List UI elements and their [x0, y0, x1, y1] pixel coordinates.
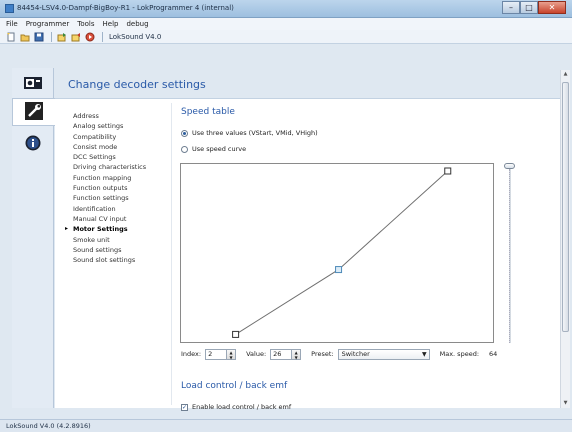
app-icon: [5, 4, 14, 13]
radio-three-values[interactable]: [181, 129, 188, 137]
window-controls: – □ ✕: [502, 1, 566, 14]
menu-bar: File Programmer Tools Help debug: [0, 18, 572, 30]
max-speed-slider-track[interactable]: [509, 169, 511, 343]
decoder-settings-tab[interactable]: [12, 98, 55, 126]
index-input[interactable]: 2: [205, 348, 228, 360]
header-icon-box: [12, 70, 54, 98]
max-speed-label: Max. speed:: [439, 350, 480, 358]
nav-item[interactable]: Address: [73, 111, 173, 121]
title-bar: 84454-LSV4.0-Dampf-BigBoy-R1 - LokProgra…: [0, 0, 572, 18]
speed-curve-line: [235, 170, 449, 335]
max-speed-slider-thumb[interactable]: [504, 163, 515, 169]
maximize-button[interactable]: □: [520, 1, 538, 14]
option-three-values[interactable]: Use three values (VStart, VMid, VHigh): [181, 129, 318, 137]
nav-item[interactable]: Function mapping: [73, 173, 173, 183]
page-header: Change decoder settings: [12, 70, 560, 98]
index-spinner[interactable]: 2 ▲ ▼: [205, 348, 237, 360]
left-rail: [12, 68, 55, 408]
radio-speed-curve[interactable]: [181, 145, 188, 153]
menu-help[interactable]: Help: [103, 20, 119, 28]
value-spin-buttons[interactable]: ▲ ▼: [292, 348, 302, 360]
main-content: Address Analog settings Compatibility Consi…: [55, 98, 560, 411]
toolbar-separator: [51, 31, 52, 42]
nav-item[interactable]: Motor Settings: [65, 224, 173, 235]
new-icon[interactable]: [5, 32, 16, 42]
max-speed-value: 64: [489, 350, 498, 358]
index-label: Index:: [181, 350, 202, 358]
minimize-button[interactable]: –: [502, 1, 520, 14]
value-input[interactable]: 26: [270, 348, 293, 360]
nav-item[interactable]: DCC Settings: [73, 152, 173, 162]
scroll-up-icon[interactable]: ▲: [561, 70, 570, 79]
preset-value: Switcher: [341, 349, 370, 358]
decoder-type-label: LokSound V4.0: [109, 32, 162, 41]
save-icon[interactable]: [33, 32, 44, 42]
nav-item[interactable]: Driving characteristics: [73, 162, 173, 172]
nav-item[interactable]: Consist mode: [73, 142, 173, 152]
speed-table-title: Speed table: [181, 107, 235, 117]
load-control-label: Enable load control / back emf: [192, 403, 292, 411]
load-control-checkbox[interactable]: ✓: [181, 403, 188, 411]
preset-label: Preset:: [311, 350, 334, 358]
window-title: 84454-LSV4.0-Dampf-BigBoy-R1 - LokProgra…: [17, 4, 234, 12]
nav-item[interactable]: Compatibility: [73, 132, 173, 142]
speed-point-handle[interactable]: [335, 266, 343, 274]
speed-point-handle[interactable]: [232, 330, 240, 338]
status-bar: LokSound V4.0 (4.2.8916): [0, 419, 572, 432]
value-spinner[interactable]: 26 ▲ ▼: [270, 348, 302, 360]
close-button[interactable]: ✕: [538, 1, 566, 14]
toolbar-separator: [102, 31, 103, 42]
nav-item[interactable]: Sound settings: [73, 245, 173, 255]
decoder-settings-icon: [25, 102, 43, 122]
nav-item[interactable]: Function settings: [73, 193, 173, 203]
scroll-down-icon[interactable]: ▼: [561, 399, 570, 408]
option-speed-curve[interactable]: Use speed curve: [181, 145, 246, 153]
nav-item[interactable]: Sound slot settings: [73, 255, 173, 265]
read-icon[interactable]: [56, 32, 67, 42]
nav-item[interactable]: Identification: [73, 204, 173, 214]
settings-nav: Address Analog settings Compatibility Consi…: [65, 111, 173, 265]
scrollbar-thumb[interactable]: [562, 82, 569, 332]
programmer-icon: [23, 75, 43, 93]
vertical-scrollbar[interactable]: ▲ ▼: [560, 70, 570, 408]
status-text: LokSound V4.0 (4.2.8916): [6, 422, 91, 430]
value-label: Value:: [246, 350, 267, 358]
write-icon[interactable]: [70, 32, 81, 42]
option-three-values-label: Use three values (VStart, VMid, VHigh): [192, 129, 318, 137]
info-tab[interactable]: [12, 130, 54, 158]
load-control-option[interactable]: ✓ Enable load control / back emf: [181, 403, 291, 411]
open-icon[interactable]: [19, 32, 30, 42]
speed-curve-svg: [232, 167, 452, 338]
nav-divider: [171, 103, 172, 405]
speed-table-graph[interactable]: [180, 163, 494, 343]
load-control-title: Load control / back emf: [181, 381, 288, 391]
index-spin-buttons[interactable]: ▲ ▼: [227, 348, 237, 360]
toolbar: LokSound V4.0: [0, 30, 572, 44]
speed-point-handle[interactable]: [444, 167, 452, 175]
run-icon[interactable]: [84, 32, 95, 42]
nav-item[interactable]: Manual CV input: [73, 214, 173, 224]
preset-select[interactable]: Switcher ▼: [337, 348, 430, 360]
chevron-down-icon: ▼: [421, 350, 427, 358]
nav-item[interactable]: Analog settings: [73, 121, 173, 131]
page-title: Change decoder settings: [68, 77, 206, 91]
menu-file[interactable]: File: [6, 20, 18, 28]
option-speed-curve-label: Use speed curve: [192, 145, 247, 153]
menu-tools[interactable]: Tools: [77, 20, 94, 28]
nav-item[interactable]: Function outputs: [73, 183, 173, 193]
menu-programmer[interactable]: Programmer: [26, 20, 70, 28]
info-icon: [25, 135, 41, 153]
nav-item[interactable]: Smoke unit: [73, 235, 173, 245]
speed-point-controls: Index: 2 ▲ ▼ Value: 26 ▲ ▼ Preset: Switche…: [181, 348, 497, 360]
menu-debug[interactable]: debug: [126, 20, 148, 28]
